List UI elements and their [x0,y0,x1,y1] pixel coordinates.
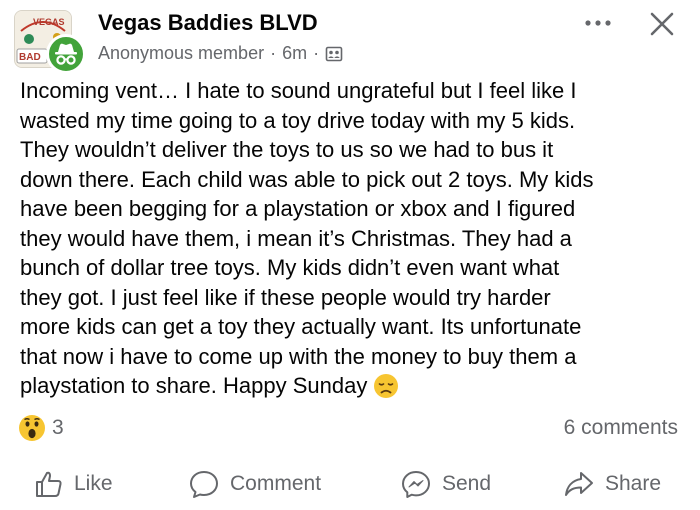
post-line: Incoming vent… I hate to sound ungratefu… [20,78,577,103]
reaction-count: 3 [52,416,64,439]
close-icon [650,12,674,36]
comment-button[interactable]: Comment [188,462,321,506]
group-name[interactable]: Vegas Baddies BLVD [98,10,318,36]
avatar-group[interactable]: VEGAS BAD [14,10,86,74]
post-time[interactable]: 6m [282,43,307,64]
author-name[interactable]: Anonymous member [98,43,264,64]
wow-reaction-icon [19,415,45,441]
like-button[interactable]: Like [34,462,113,506]
post-line: that now i have to come up with the mone… [20,343,577,369]
post-line: bunch of dollar tree toys. My kids didn’… [20,255,560,280]
share-arrow-icon [565,472,593,496]
messenger-icon [402,471,430,498]
group-members-icon [325,46,343,61]
post-line: They wouldn’t deliver the toys to us so … [20,137,554,162]
share-label: Share [605,472,662,495]
post-last-line: playstation to share. Happy Sunday [20,371,690,407]
disappointed-face-emoji [373,373,399,407]
group-logo-text-top: VEGAS [33,17,65,27]
send-label: Send [442,472,492,495]
comment-bubble-icon [190,471,218,498]
share-button[interactable]: Share [563,462,661,506]
send-button[interactable]: Send [400,462,491,506]
incognito-icon [55,43,77,65]
like-label: Like [74,472,113,495]
post-text: Incoming vent… I hate to sound ungratefu… [20,76,690,407]
post-line: down there. Each child was able to pick … [20,166,594,192]
group-logo-text-side: BAD [19,52,41,63]
post-line: they would have them, i mean it’s Christ… [20,225,572,251]
meta-separator: · [270,43,277,63]
post-line: wasted my time going to a toy drive toda… [20,107,576,133]
disappointed-face-icon [374,374,399,398]
thumbs-up-icon [36,471,62,497]
more-horizontal-icon [585,20,611,26]
post-line: have been begging for a playstation or x… [20,196,576,221]
comment-label: Comment [230,472,322,495]
comments-count[interactable]: 6 comments [564,416,678,440]
post-line: more kids can get a toy they actually wa… [20,314,582,339]
post-line: playstation to share. Happy Sunday [20,373,368,398]
close-button[interactable] [640,4,684,44]
post-line: they got. I just feel like if these peop… [20,284,551,310]
anonymous-avatar[interactable] [46,34,86,74]
post-header: VEGAS BAD Vegas Baddies BLVD Anonymous m… [0,0,700,74]
action-bar: Like Comment Send Share [0,462,700,508]
more-options-button[interactable] [578,8,618,38]
post-meta: Anonymous member · 6m · [98,43,343,64]
reaction-summary[interactable]: 3 [18,414,64,442]
meta-separator-2: · [313,43,320,63]
